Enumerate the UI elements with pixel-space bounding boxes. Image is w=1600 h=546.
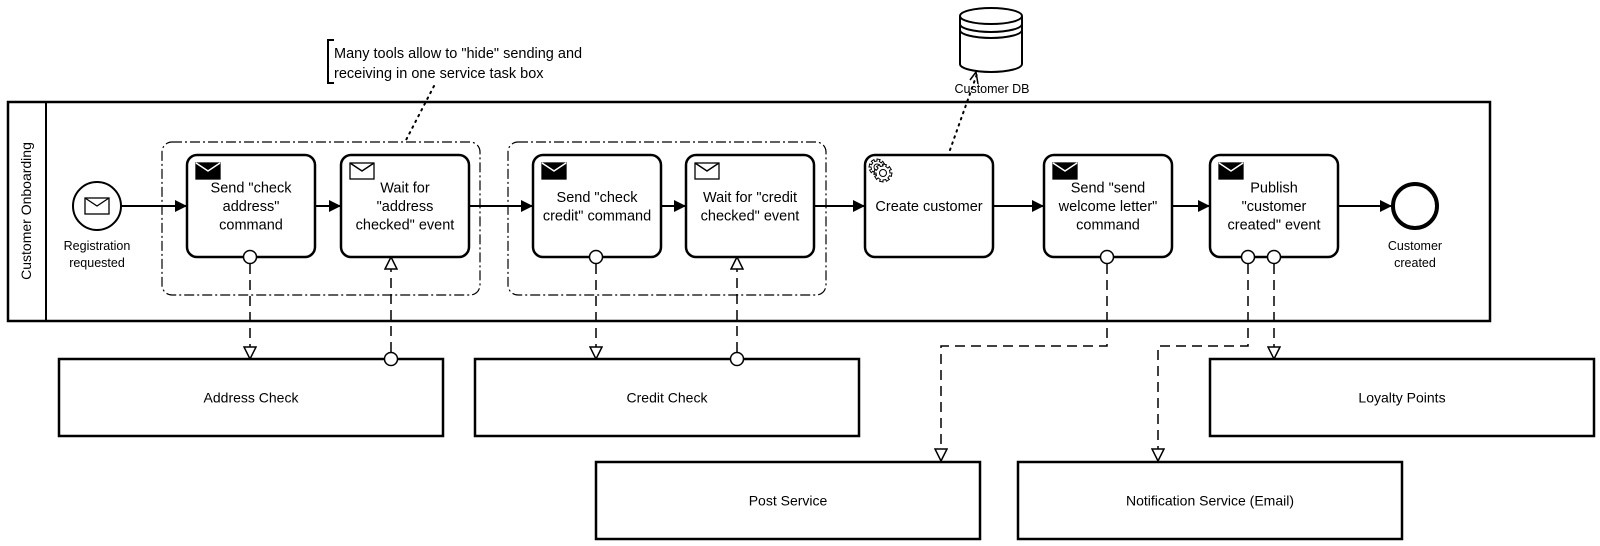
- task-label-line: Publish: [1250, 181, 1298, 197]
- task-label-line: checked" event: [356, 218, 455, 234]
- origin-address-check: [383, 351, 399, 367]
- origin-publish-2: [1266, 249, 1282, 265]
- task-label-line: "address: [377, 199, 434, 215]
- pool-address-check[interactable]: Address Check: [57, 357, 445, 438]
- task-label-line: welcome letter": [1058, 199, 1158, 215]
- annotation-association: [404, 85, 435, 143]
- envelope-outline-icon: [84, 197, 110, 215]
- task-label-line: credit" command: [543, 208, 651, 224]
- pool-post-service[interactable]: Post Service: [594, 460, 982, 541]
- pool-notification-service[interactable]: Notification Service (Email): [1016, 460, 1404, 541]
- bpmn-diagram: Customer Onboarding Many tools allow to …: [6, 7, 1596, 541]
- pool-label: Post Service: [749, 493, 828, 509]
- envelope-outline-icon: [349, 162, 375, 180]
- message-flow-origins: [242, 249, 1282, 367]
- pool-label: Loyalty Points: [1358, 390, 1445, 406]
- annotation-line-2: receiving in one service task box: [334, 66, 544, 82]
- origin-send-check-address: [242, 249, 258, 265]
- start-event-label-line-1: Registration: [64, 239, 131, 253]
- task-label-line: Wait for "credit: [703, 190, 797, 206]
- pool-loyalty-points[interactable]: Loyalty Points: [1208, 357, 1596, 438]
- task-label-line: created" event: [1227, 218, 1320, 234]
- end-event-customer-created[interactable]: Customer created: [1388, 182, 1442, 270]
- task-label-line: address": [223, 199, 280, 215]
- annotation-line-1: Many tools allow to "hide" sending and: [334, 46, 582, 62]
- pool-label: Credit Check: [627, 390, 709, 406]
- envelope-filled-icon: [541, 162, 567, 180]
- task-label-line: command: [219, 218, 283, 234]
- origin-send-check-credit: [588, 249, 604, 265]
- end-event-label-line-1: Customer: [1388, 239, 1442, 253]
- envelope-outline-icon: [694, 162, 720, 180]
- message-flow-send-welcome-letter: [941, 264, 1108, 460]
- task-wait-credit-checked[interactable]: Wait for "credit checked" event: [684, 153, 816, 259]
- task-send-check-credit[interactable]: Send "check credit" command: [531, 153, 663, 259]
- task-send-welcome-letter[interactable]: Send "send welcome letter" command: [1042, 153, 1174, 259]
- lane-label: Customer Onboarding: [18, 142, 34, 280]
- envelope-filled-icon: [1218, 162, 1244, 180]
- customer-db-data-store[interactable]: Customer DB: [954, 7, 1030, 96]
- task-label-line: Send "check: [211, 181, 293, 197]
- tasks: Send "check address" command Wait for "addre…: [185, 153, 1340, 259]
- envelope-filled-icon: [1052, 162, 1078, 180]
- pool-label: Address Check: [204, 390, 300, 406]
- end-event-label-line-2: created: [1394, 256, 1436, 270]
- external-pools: Address Check Credit Check Loyalty Points P…: [57, 357, 1596, 541]
- task-label-line: Create customer: [875, 199, 982, 215]
- data-store-label: Customer DB: [954, 82, 1029, 96]
- task-publish-customer-created[interactable]: Publish "customer created" event: [1208, 153, 1340, 259]
- task-create-customer[interactable]: Create customer: [863, 153, 995, 259]
- start-event-registration-requested[interactable]: Registration requested: [64, 181, 131, 270]
- task-label-line: Wait for: [380, 181, 430, 197]
- origin-credit-check: [729, 351, 745, 367]
- end-event-circle: [1391, 182, 1439, 230]
- envelope-filled-icon: [195, 162, 221, 180]
- pool-credit-check[interactable]: Credit Check: [473, 357, 861, 438]
- task-label-line: command: [1076, 218, 1140, 234]
- text-annotation: Many tools allow to "hide" sending and r…: [327, 39, 582, 143]
- task-label-line: checked" event: [701, 208, 800, 224]
- task-send-check-address[interactable]: Send "check address" command: [185, 153, 317, 259]
- task-label-line: Send "check: [557, 190, 639, 206]
- origin-publish-1: [1240, 249, 1256, 265]
- pool-label: Notification Service (Email): [1126, 493, 1294, 509]
- task-label-line: Send "send: [1071, 181, 1145, 197]
- origin-send-welcome-letter: [1099, 249, 1115, 265]
- task-label-line: "customer: [1242, 199, 1307, 215]
- start-event-label-line-2: requested: [69, 256, 125, 270]
- task-wait-address-checked[interactable]: Wait for "address checked" event: [339, 153, 471, 259]
